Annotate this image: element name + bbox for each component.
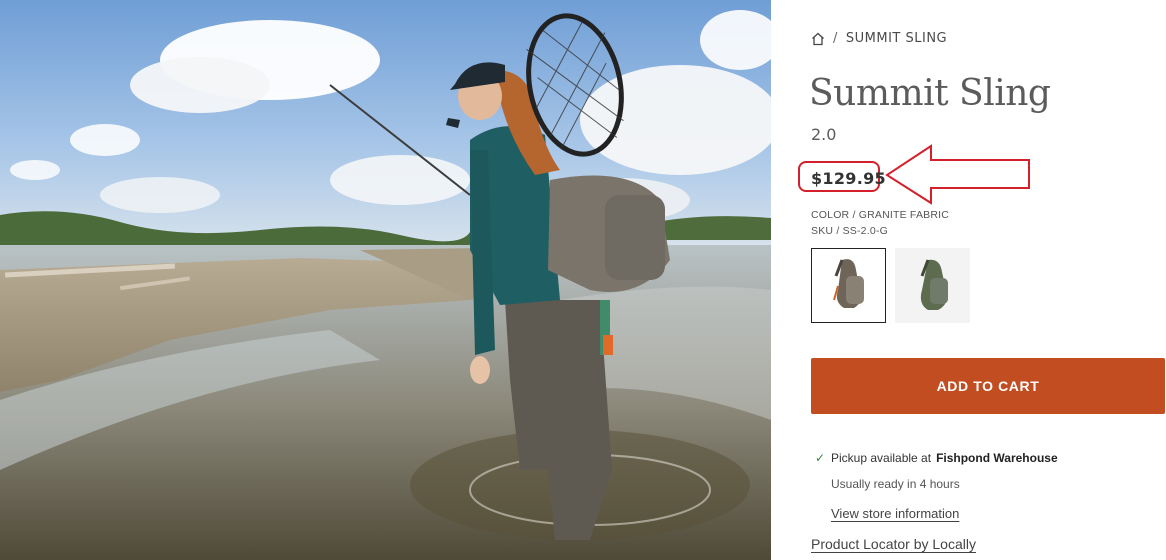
- breadcrumb-current[interactable]: SUMMIT SLING: [846, 31, 947, 46]
- meta-separator: /: [836, 225, 840, 237]
- annotation-arrow-icon: [885, 144, 1030, 205]
- add-to-cart-button[interactable]: ADD TO CART: [811, 358, 1165, 414]
- sku-attribute: SKU / SS-2.0-G: [811, 225, 888, 237]
- product-hero-image: [0, 0, 771, 560]
- product-version: 2.0: [811, 125, 837, 144]
- sling-bag-icon: [920, 258, 948, 310]
- breadcrumb-separator: /: [833, 31, 838, 46]
- breadcrumb: / SUMMIT SLING: [811, 31, 947, 46]
- color-swatches: [811, 248, 970, 323]
- product-price: $129.95: [811, 169, 886, 188]
- meta-separator: /: [852, 209, 856, 221]
- view-store-information-link[interactable]: View store information: [831, 506, 959, 521]
- swatch-granite[interactable]: [811, 248, 886, 323]
- pickup-prefix: Pickup available at: [831, 451, 932, 465]
- pickup-store-name: Fishpond Warehouse: [936, 451, 1058, 465]
- product-page: / SUMMIT SLING Summit Sling 2.0 $129.95 …: [0, 0, 1166, 560]
- sling-bag-icon: [832, 258, 864, 308]
- home-icon[interactable]: [811, 32, 825, 46]
- pickup-availability: ✓ Pickup available at Fishpond Warehouse: [815, 451, 1058, 465]
- color-value: GRANITE FABRIC: [858, 209, 950, 221]
- swatch-green[interactable]: [895, 248, 970, 323]
- sku-value: SS-2.0-G: [842, 225, 888, 237]
- product-details-panel: / SUMMIT SLING Summit Sling 2.0 $129.95 …: [771, 0, 1166, 560]
- color-label: COLOR: [811, 209, 850, 221]
- check-icon: ✓: [815, 451, 826, 465]
- product-title: Summit Sling: [809, 73, 1051, 114]
- product-locator-link[interactable]: Product Locator by Locally: [811, 536, 976, 552]
- pickup-ready-time: Usually ready in 4 hours: [831, 477, 960, 491]
- color-attribute: COLOR / GRANITE FABRIC: [811, 209, 949, 221]
- sku-label: SKU: [811, 225, 834, 237]
